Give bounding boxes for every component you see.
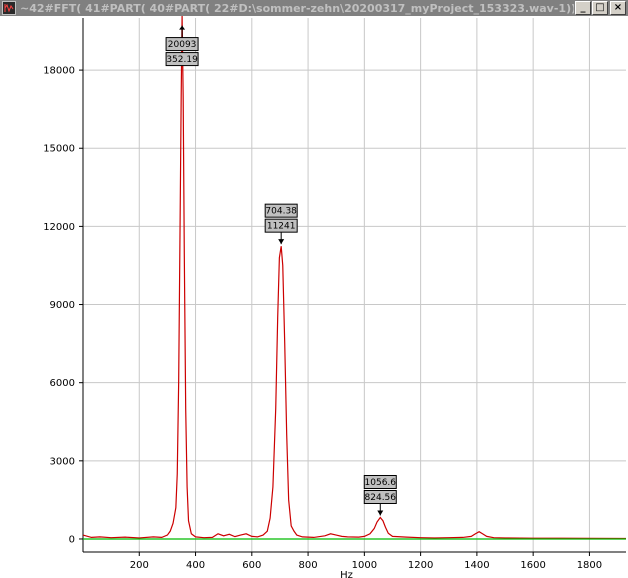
grid [83,18,626,552]
x-tick-label: 1200 [408,560,433,571]
x-tick-label: 600 [242,560,261,571]
arrow-down-icon [278,239,285,245]
peak-annotation: 704.38 11241 [264,203,298,245]
peak-label-text: 20093 [168,40,197,50]
peak-label-text: 11241 [267,222,296,232]
axes [79,18,626,556]
maximize-button[interactable]: □ [592,1,608,15]
y-tick-label: 0 [69,534,75,545]
fft-window: ~42#FFT( 41#PART( 40#PART( 22#D:\sommer-… [0,0,628,578]
window-controls: _ □ × [574,1,626,15]
app-icon[interactable] [2,1,16,15]
x-tick-label: 1600 [520,560,545,571]
y-tick-label: 3000 [50,456,75,467]
y-tick-label: 18000 [43,66,75,77]
tick-labels: 200 400 600 800 1000 1200 1400 1600 180003000600… [43,66,602,571]
y-tick-label: 9000 [50,300,75,311]
close-button[interactable]: × [610,1,626,15]
arrow-up-icon [179,25,186,30]
peak-annotation: 1056.6 824.56 [363,474,397,516]
peak-label-text: 1056.6 [365,478,397,488]
y-tick-label: 6000 [50,378,75,389]
peak-label-text: 824.56 [365,493,397,503]
y-tick-label: 12000 [43,222,75,233]
peak-annotations: 20093 352.19 704.38 11241 1056.6 824.56 [165,25,397,516]
peak-annotation: 20093 352.19 [165,25,199,67]
title-bar[interactable]: ~42#FFT( 41#PART( 40#PART( 22#D:\sommer-… [0,0,628,16]
x-tick-label: 1000 [352,560,377,571]
x-tick-label: 400 [186,560,205,571]
x-tick-label: 200 [130,560,149,571]
x-tick-label: 800 [299,560,318,571]
peak-label-text: 704.38 [265,207,297,217]
peak-label-text: 352.19 [166,55,198,65]
arrow-down-icon [377,510,384,516]
minimize-button[interactable]: _ [575,1,591,15]
x-axis-label: Hz [340,570,353,578]
y-tick-label: 15000 [43,144,75,155]
fft-chart: 200 400 600 800 1000 1200 1400 1600 180003000600… [43,16,627,578]
x-tick-label: 1400 [464,560,489,571]
x-tick-label: 1800 [577,560,602,571]
window-title: ~42#FFT( 41#PART( 40#PART( 22#D:\sommer-… [20,1,574,15]
fft-magnitude-line [82,16,627,540]
